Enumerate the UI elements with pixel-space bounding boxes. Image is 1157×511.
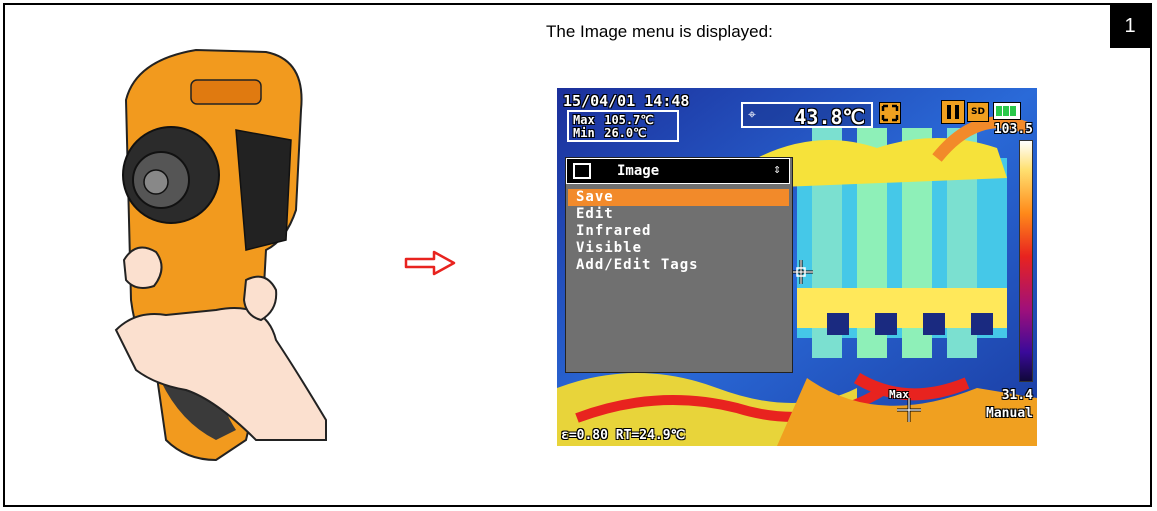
scale-min-value: 31.4 [1001, 388, 1033, 403]
spot-crosshair-icon: ⌖ [748, 107, 756, 123]
max-marker-crosshair-icon [897, 398, 921, 422]
menu-title-bar[interactable]: Image ⇕ [566, 158, 790, 184]
scale-max-value: 103.5 [993, 122, 1033, 137]
step-number-badge: 1 [1110, 5, 1150, 48]
menu-item-edit[interactable]: Edit [568, 206, 789, 223]
max-value: 105.7℃ [604, 113, 654, 127]
step-caption: The Image menu is displayed: [546, 22, 773, 41]
datetime-label: 15/04/01 14:48 [563, 92, 690, 110]
thermal-camera-illustration [114, 48, 327, 462]
up-down-arrow-icon: ⇕ [773, 162, 781, 177]
range-mode-label: Manual [986, 406, 1033, 421]
min-label: Min [573, 126, 595, 140]
menu-item-save[interactable]: Save [568, 189, 789, 206]
sd-card-icon: SD [967, 102, 989, 122]
menu-item-infrared[interactable]: Infrared [568, 223, 789, 240]
auto-range-icon [879, 102, 901, 124]
emissivity-status: ε=0.80 RT=24.9℃ [561, 428, 686, 443]
battery-icon [993, 102, 1021, 120]
max-readout: Max 105.7℃ [573, 113, 654, 127]
camera-screen: 15/04/01 14:48 Max 105.7℃ Min 26.0℃ ⌖ 43… [557, 88, 1037, 446]
color-scale-bar [1019, 140, 1033, 382]
max-label: Max [573, 113, 595, 127]
next-arrow-icon [404, 250, 456, 276]
menu-title: Image [617, 163, 660, 179]
pause-icon [941, 100, 965, 124]
min-readout: Min 26.0℃ [573, 126, 647, 140]
image-icon [573, 163, 591, 179]
image-menu: Image ⇕ Save Edit Infrared Visible Add/E… [565, 157, 793, 373]
spot-temperature: 43.8℃ [794, 105, 865, 129]
spot-temperature-box: ⌖ 43.8℃ [741, 102, 873, 129]
min-value: 26.0℃ [604, 126, 647, 140]
menu-item-visible[interactable]: Visible [568, 240, 789, 257]
min-max-box: Max 105.7℃ Min 26.0℃ [567, 110, 679, 142]
menu-item-add-edit-tags[interactable]: Add/Edit Tags [568, 257, 789, 274]
